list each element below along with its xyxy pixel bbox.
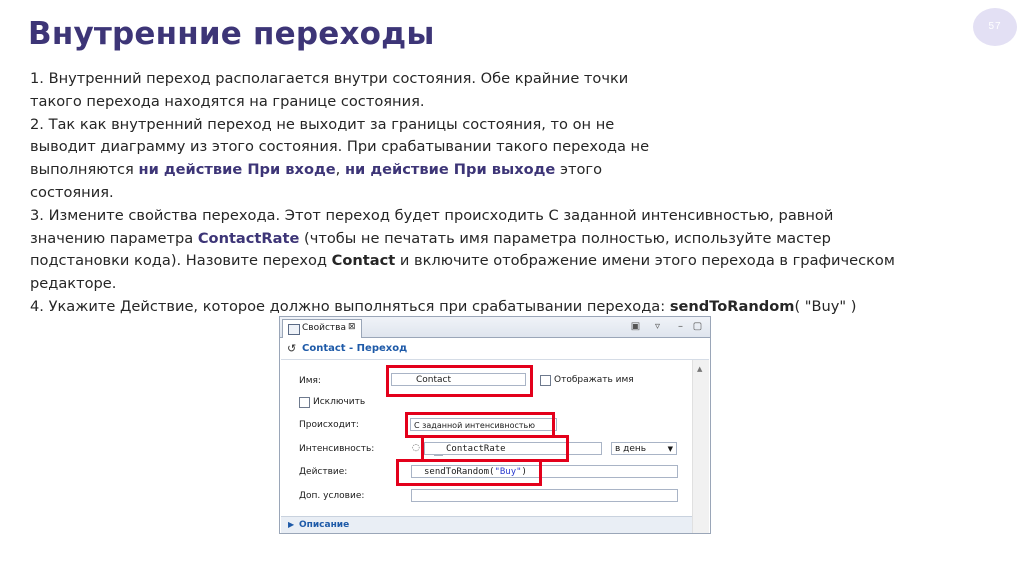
- description-section-label: Описание: [299, 520, 350, 530]
- name-label: Имя:: [299, 376, 321, 386]
- contact-rate-emphasis: ContactRate: [197, 229, 300, 247]
- panel-content: Имя: Contact Отображать имя Исключить Пр…: [281, 360, 692, 533]
- expand-arrow-icon: ▶: [288, 520, 295, 529]
- exclude-label: Исключить: [313, 397, 366, 407]
- paragraph-1: 1. Внутренний переход располагается внут…: [30, 70, 629, 110]
- transition-icon: ↺: [287, 342, 297, 355]
- condition-label: Доп. условие:: [299, 491, 365, 501]
- view-menu-icon[interactable]: ▿: [652, 321, 663, 332]
- paragraph-4-text-a: 4. Укажите Действие, которое должно выпо…: [30, 297, 670, 315]
- dropdown-arrow-icon: ▼: [667, 445, 673, 453]
- show-name-checkbox[interactable]: [540, 375, 551, 386]
- action-label: Действие:: [299, 467, 348, 477]
- page-number: 57: [988, 21, 1002, 32]
- properties-tab[interactable]: Свойства ⊠: [282, 319, 362, 338]
- panel-header: ↺ Contact - Переход: [281, 338, 709, 360]
- panel-header-title: Contact - Переход: [302, 343, 408, 354]
- code-mode-icon[interactable]: ◌: [412, 443, 420, 453]
- panel-tab-bar: Свойства ⊠ ▣ ▿ – ▢: [280, 317, 710, 338]
- page-number-badge: 57: [973, 8, 1017, 46]
- rate-label: Интенсивность:: [299, 444, 375, 454]
- paragraph-2: 2. Так как внутренний переход не выходит…: [30, 114, 670, 205]
- name-highlight-box: [386, 365, 533, 397]
- on-exit-emphasis: ни действие При выходе: [344, 161, 556, 179]
- send-to-random-bold: sendToRandom: [669, 297, 795, 315]
- action-highlight-box: [396, 459, 542, 486]
- contact-bold: Contact: [331, 252, 396, 270]
- slide-body: 1. Внутренний переход располагается внут…: [30, 68, 910, 319]
- show-name-label: Отображать имя: [554, 375, 634, 385]
- scroll-up-icon[interactable]: ▲: [697, 365, 702, 373]
- panel-scrollbar[interactable]: ▲: [692, 360, 709, 533]
- condition-input[interactable]: [411, 489, 678, 502]
- minimize-icon[interactable]: –: [675, 321, 686, 332]
- properties-tab-label: Свойства: [302, 323, 346, 333]
- rate-unit-value: в день: [615, 444, 647, 454]
- rate-highlight-box: [421, 435, 569, 462]
- description-section[interactable]: ▶ Описание: [281, 516, 692, 533]
- paragraph-3: 3. Измените свойства перехода. Этот пере…: [30, 205, 910, 296]
- rate-unit-dropdown[interactable]: в день ▼: [611, 442, 677, 455]
- properties-icon: [288, 324, 300, 335]
- tab-close-icon[interactable]: ⊠: [348, 322, 356, 332]
- paragraph-4-text-b: ( "Buy" ): [794, 297, 857, 315]
- slide-title: Внутренние переходы: [28, 16, 435, 52]
- paragraph-2-text-b: ,: [335, 161, 345, 179]
- pin-view-icon[interactable]: ▣: [630, 321, 641, 332]
- properties-panel-screenshot: Свойства ⊠ ▣ ▿ – ▢ ↺ Contact - Переход И…: [279, 316, 711, 534]
- occurs-label: Происходит:: [299, 420, 359, 430]
- maximize-icon[interactable]: ▢: [692, 321, 703, 332]
- exclude-checkbox[interactable]: [299, 397, 310, 408]
- on-entry-emphasis: ни действие При входе: [138, 161, 336, 179]
